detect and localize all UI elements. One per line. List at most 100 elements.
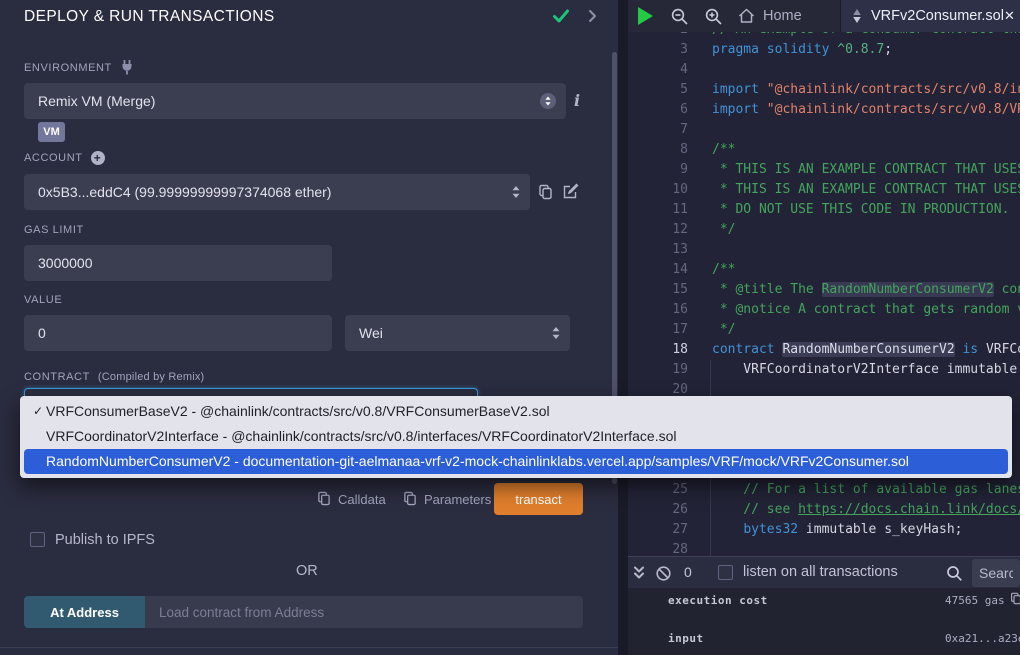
- zoom-in-icon[interactable]: [704, 7, 723, 26]
- terminal-toolbar: 0 listen on all transactions: [628, 556, 1020, 588]
- publish-ipfs-checkbox[interactable]: [30, 532, 45, 547]
- line-number: 13: [628, 240, 688, 260]
- terminal-row-value: 47565 gas: [945, 594, 1005, 607]
- pending-tx-count: 0: [684, 564, 692, 580]
- environment-label: ENVIRONMENT: [24, 60, 134, 75]
- code-line-13: 13: [628, 240, 1020, 260]
- copy-account-icon[interactable]: [538, 184, 553, 200]
- code-line-12: 12 */: [628, 220, 1020, 240]
- copy-calldata-icon[interactable]: [317, 491, 331, 506]
- zoom-out-icon[interactable]: [670, 7, 689, 26]
- line-number: 25: [628, 480, 688, 500]
- code-line-25: 25 // For a list of available gas lanes …: [628, 480, 1020, 500]
- tab-active-file[interactable]: VRFv2Consumer.sol ✕: [840, 0, 1020, 32]
- editor-tabbar: Home VRFv2Consumer.sol ✕: [628, 0, 1020, 32]
- info-icon[interactable]: i: [574, 91, 580, 110]
- line-number: 8: [628, 140, 688, 160]
- line-number: 12: [628, 220, 688, 240]
- code-line-27: 27 bytes32 immutable s_keyHash;: [628, 520, 1020, 540]
- code-line-15: 15 * @title The RandomNumberConsumerV2 c…: [628, 280, 1020, 300]
- line-number: 9: [628, 160, 688, 180]
- code-line-8: 8/**: [628, 140, 1020, 160]
- line-number: 5: [628, 80, 688, 100]
- transact-button[interactable]: transact: [494, 483, 583, 515]
- select-stepper-icon: [540, 93, 556, 109]
- publish-ipfs-label: Publish to IPFS: [55, 532, 155, 548]
- tab-home[interactable]: Home: [738, 0, 802, 32]
- check-icon: ✓: [30, 399, 46, 424]
- line-number: 26: [628, 500, 688, 520]
- terminal-row: execution cost47565 gas: [628, 594, 1020, 614]
- environment-select[interactable]: Remix VM (Merge): [24, 83, 566, 119]
- line-number: 28: [628, 540, 688, 556]
- line-number: 18: [628, 340, 688, 360]
- listen-all-checkbox[interactable]: [718, 565, 733, 580]
- code-line-10: 10 * THIS IS AN EXAMPLE CONTRACT THAT US…: [628, 180, 1020, 200]
- line-number: 11: [628, 200, 688, 220]
- gas-limit-input[interactable]: [24, 245, 332, 281]
- select-stepper-icon: [551, 326, 561, 340]
- code-line-17: 17 */: [628, 320, 1020, 340]
- add-account-icon[interactable]: +: [91, 151, 105, 165]
- code-line-28: 28: [628, 540, 1020, 556]
- tab-file-label: VRFv2Consumer.sol: [871, 8, 1004, 24]
- parameters-label[interactable]: Parameters: [424, 492, 491, 507]
- close-tab-icon[interactable]: ✕: [1004, 9, 1015, 24]
- chevron-right-icon[interactable]: [587, 9, 599, 23]
- section-divider: [0, 647, 618, 648]
- account-select[interactable]: 0x5B3...eddC4 (99.99999999997374068 ethe…: [24, 174, 530, 210]
- contract-option-label: VRFConsumerBaseV2 - @chainlink/contracts…: [46, 399, 550, 424]
- terminal-rows: execution cost47565 gas input 0xa21...a23e…: [628, 590, 1020, 655]
- compile-success-icon: [551, 6, 571, 26]
- line-number: 16: [628, 300, 688, 320]
- line-number: 10: [628, 180, 688, 200]
- edit-account-icon[interactable]: [562, 183, 579, 200]
- calldata-label[interactable]: Calldata: [338, 492, 386, 507]
- tab-home-label: Home: [763, 8, 802, 24]
- terminal-row-label: input: [668, 632, 704, 645]
- at-address-button[interactable]: At Address: [24, 596, 145, 628]
- code-line-2: 2// An example of a consumer contract th…: [628, 32, 1020, 40]
- code-line-11: 11 * DO NOT USE THIS CODE IN PRODUCTION.: [628, 200, 1020, 220]
- code-line-19: 19 VRFCoordinatorV2Interface immutable C…: [628, 360, 1020, 380]
- copy-parameters-icon[interactable]: [403, 491, 417, 506]
- vm-badge: VM: [38, 122, 65, 142]
- terminal-row-value: 0xa21...a23e4: [945, 632, 1020, 645]
- contract-option[interactable]: ✓VRFConsumerBaseV2 - @chainlink/contract…: [24, 399, 1008, 424]
- or-label: OR: [296, 563, 318, 579]
- code-line-5: 5import "@chainlink/contracts/src/v0.8/i…: [628, 80, 1020, 100]
- contract-option-label: RandomNumberConsumerV2 - documentation-g…: [46, 449, 909, 474]
- plug-icon: [120, 60, 134, 75]
- value-label: VALUE: [24, 294, 62, 306]
- at-address-input[interactable]: [145, 596, 583, 628]
- copy-icon[interactable]: [1010, 592, 1020, 605]
- line-number: 15: [628, 280, 688, 300]
- line-number: 6: [628, 100, 688, 120]
- contract-option-label: VRFCoordinatorV2Interface - @chainlink/c…: [46, 424, 677, 449]
- code-line-7: 7: [628, 120, 1020, 140]
- panel-divider[interactable]: [618, 0, 628, 655]
- code-line-3: 3pragma solidity ^0.8.7;: [628, 40, 1020, 60]
- clear-console-icon[interactable]: [655, 565, 672, 582]
- home-icon: [738, 8, 755, 24]
- line-number: 4: [628, 60, 688, 80]
- listen-all-label: listen on all transactions: [743, 564, 898, 580]
- code-line-26: 26 // see https://docs.chain.link/docs/v…: [628, 500, 1020, 520]
- expand-terminal-icon[interactable]: [632, 565, 646, 581]
- code-line-6: 6import "@chainlink/contracts/src/v0.8/V…: [628, 100, 1020, 120]
- terminal-search-input[interactable]: [972, 559, 1020, 587]
- line-number: 2: [628, 32, 688, 40]
- contract-dropdown: ✓VRFConsumerBaseV2 - @chainlink/contract…: [20, 396, 1012, 478]
- code-line-9: 9 * THIS IS AN EXAMPLE CONTRACT THAT USE…: [628, 160, 1020, 180]
- deploy-run-panel: DEPLOY & RUN TRANSACTIONS ENVIRONMENT Re…: [0, 0, 618, 655]
- contract-option[interactable]: VRFCoordinatorV2Interface - @chainlink/c…: [24, 424, 1008, 449]
- line-number: 27: [628, 520, 688, 540]
- line-number: 14: [628, 260, 688, 280]
- value-input[interactable]: [24, 315, 332, 351]
- code-line-4: 4: [628, 60, 1020, 80]
- run-script-icon[interactable]: [638, 7, 653, 25]
- code-line-14: 14/**: [628, 260, 1020, 280]
- terminal: 0 listen on all transactions execution c…: [628, 556, 1020, 655]
- contract-option[interactable]: RandomNumberConsumerV2 - documentation-g…: [24, 449, 1008, 474]
- value-unit-select[interactable]: Wei: [345, 315, 570, 351]
